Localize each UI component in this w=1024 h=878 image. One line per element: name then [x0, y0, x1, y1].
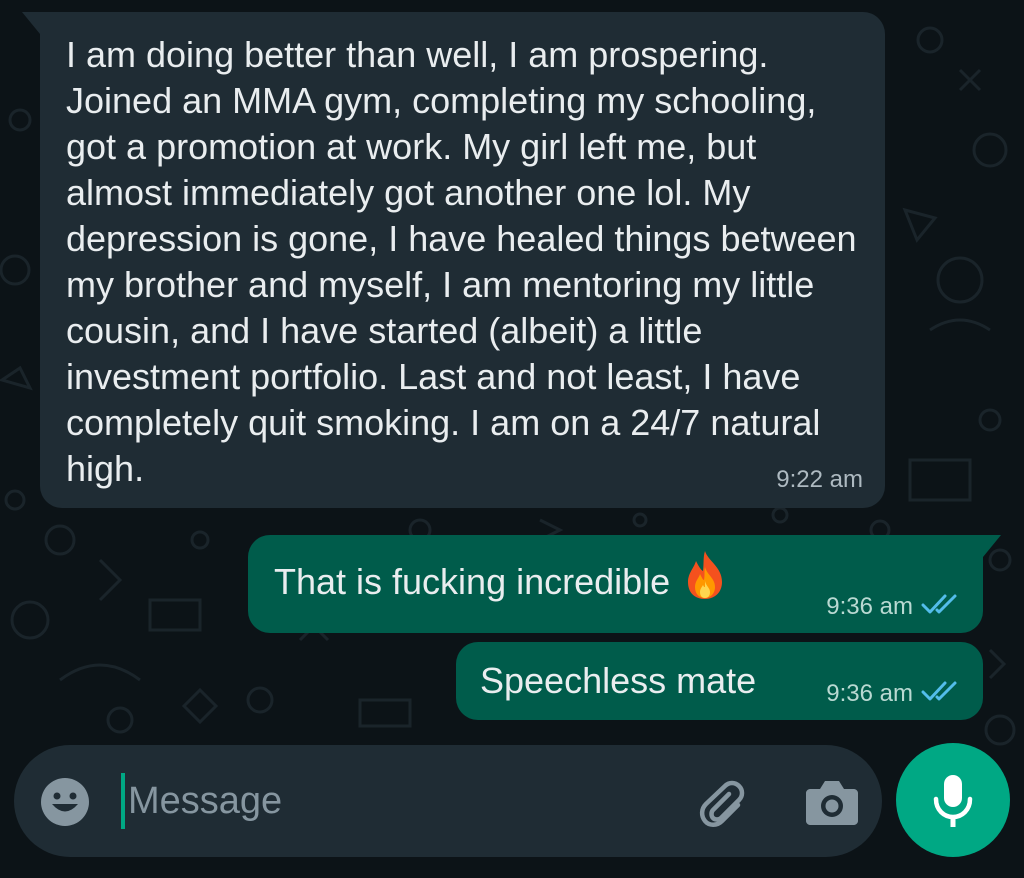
outgoing-message-bubble[interactable]: That is fucking incredible 9:36 am [248, 535, 1001, 633]
message-composer [14, 745, 882, 857]
message-timestamp: 9:36 am [826, 592, 913, 620]
message-meta: 9:36 am [826, 592, 963, 621]
message-text-row: That is fucking incredible [274, 551, 728, 612]
fire-emoji [682, 549, 728, 612]
microphone-icon [933, 775, 973, 827]
bubble-tail [983, 535, 1001, 557]
message-text: I am doing better than well, I am prospe… [66, 34, 857, 489]
camera-icon[interactable] [804, 777, 860, 827]
paperclip-icon[interactable] [694, 775, 750, 831]
double-check-icon [921, 592, 963, 621]
double-check-icon [921, 679, 963, 708]
message-timestamp: 9:22 am [776, 466, 863, 493]
message-input[interactable] [124, 767, 688, 835]
smiley-icon[interactable] [40, 777, 90, 827]
message-text: Speechless mate [480, 660, 757, 701]
message-meta: 9:36 am [826, 679, 963, 708]
incoming-message-bubble[interactable]: I am doing better than well, I am prospe… [22, 12, 885, 508]
microphone-button[interactable] [896, 743, 1010, 857]
message-text: That is fucking incredible [274, 561, 671, 603]
outgoing-message-bubble[interactable]: Speechless mate 9:36 am [456, 642, 983, 720]
message-timestamp: 9:36 am [826, 679, 913, 707]
bubble-tail [22, 12, 40, 34]
